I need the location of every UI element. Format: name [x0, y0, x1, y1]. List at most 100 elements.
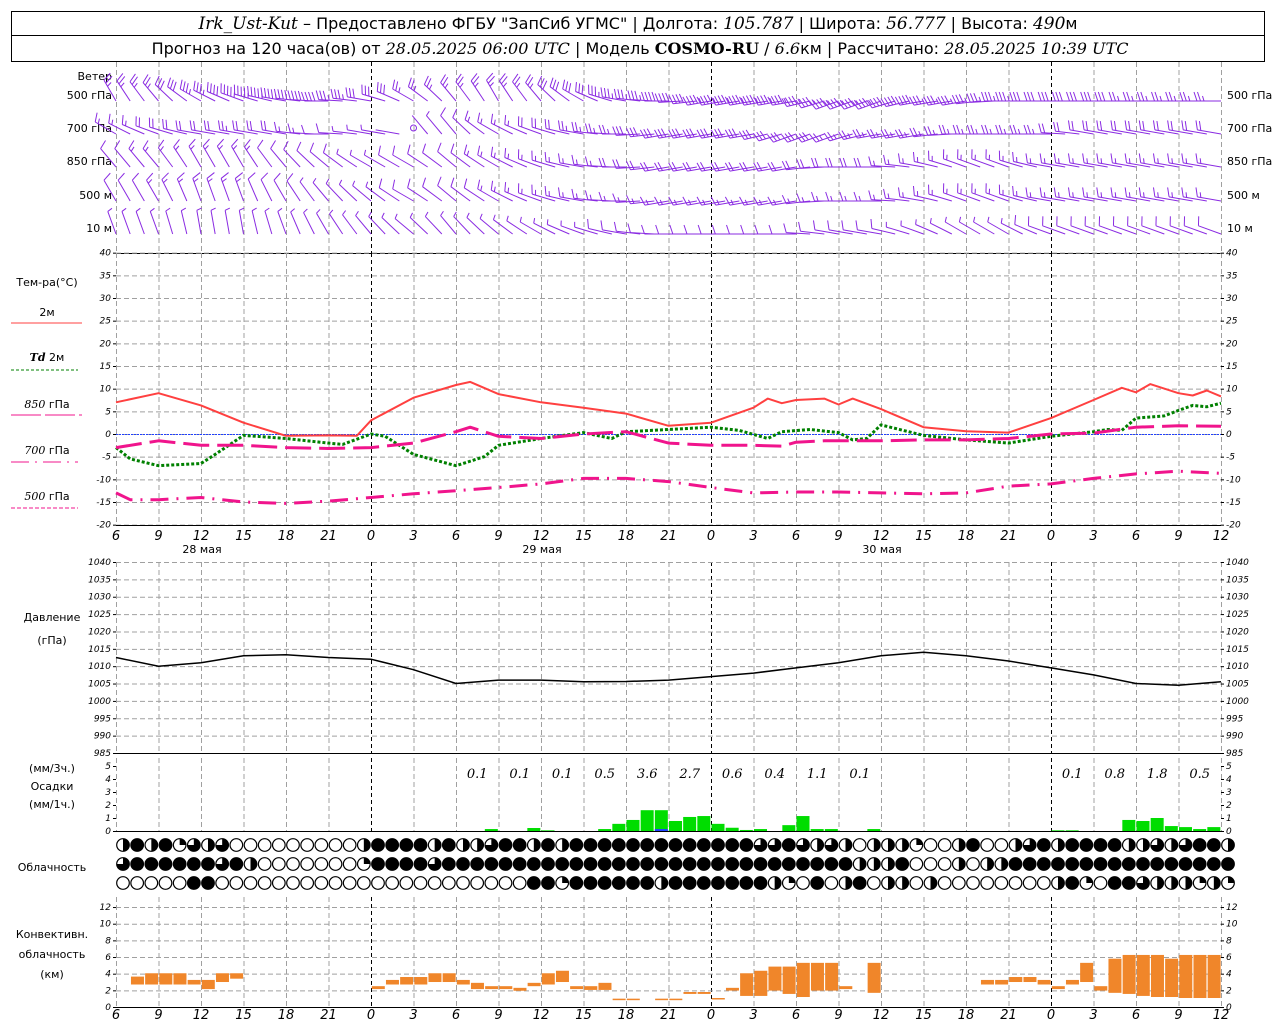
wind-barb — [928, 184, 952, 202]
cloud-cover-icon — [753, 838, 768, 852]
cloud-fill — [859, 857, 866, 871]
wind-barb-feather — [724, 196, 731, 206]
wind-barb-feather — [855, 220, 858, 230]
wind-barb-feather — [942, 124, 946, 135]
wind-barb-feather — [739, 196, 745, 206]
wind-barb — [1124, 120, 1151, 135]
wind-barb-feather — [724, 162, 731, 172]
pressure-ytick-label: 1000 — [1226, 697, 1249, 707]
wind-barb — [1138, 153, 1165, 168]
wind-barb-feather — [756, 161, 763, 171]
header-line-2: Прогноз на 120 часа(ов) от 28.05.2025 06… — [152, 39, 1129, 58]
cloud-cover-icon — [937, 857, 952, 871]
cloud-circle — [994, 838, 1009, 852]
wind-barb-feather — [700, 128, 706, 138]
wind-barb-feather — [1053, 121, 1056, 132]
cloud-circle — [1093, 838, 1108, 852]
wind-barb-feather — [1058, 91, 1063, 102]
pressure-ytick-label: 1030 — [1226, 593, 1249, 603]
wind-barb — [316, 209, 329, 235]
wind-barb-feather — [760, 95, 766, 105]
cloud-cover-icon — [1036, 857, 1051, 871]
cloud-cover-icon — [186, 876, 201, 890]
wind-barb — [1070, 216, 1094, 235]
cloud-circle — [640, 838, 655, 852]
cloud-cover-icon — [781, 838, 796, 852]
cloud-cover-icon — [1206, 857, 1221, 871]
wind-barb-feather — [565, 81, 569, 91]
cloud-cover-icon — [172, 857, 187, 871]
cloud-cover-icon — [116, 838, 130, 852]
wind-barb-feather — [603, 87, 607, 98]
cloud-circle — [668, 857, 683, 871]
wind-barb-staff — [409, 217, 429, 235]
cloud-fill — [958, 838, 966, 852]
cloud-cover-icon — [328, 857, 343, 871]
precip-bar — [598, 829, 612, 831]
cloud-cover-icon — [257, 857, 272, 871]
conv-ytick-label: 6 — [105, 953, 111, 963]
wind-barb-feather — [696, 129, 702, 139]
wind-barb-staff — [1042, 225, 1066, 235]
cloud-title: Облачность — [18, 861, 87, 874]
cloud-fill — [1058, 838, 1065, 852]
wind-barb-staff — [210, 210, 216, 235]
cloud-cover-icon — [356, 857, 371, 871]
temp-ytick-label: 5 — [105, 407, 111, 417]
pressure-ytick-label: 1040 — [1226, 558, 1249, 568]
wind-barb-feather — [319, 90, 323, 100]
wind-barb-half-feather — [961, 128, 964, 135]
wind-barb-feather — [626, 127, 631, 137]
wind-barb — [584, 156, 612, 168]
precip-3h-total-label: 0.6 — [722, 767, 743, 782]
wind-barb-feather — [575, 81, 577, 92]
wind-barb — [1110, 153, 1137, 168]
wind-barb-feather — [602, 124, 606, 135]
wind-barb-feather — [490, 113, 494, 124]
temp-ytick-label: -10 — [1226, 475, 1241, 485]
wind-barb-feather — [696, 196, 702, 206]
wind-barb — [841, 220, 867, 235]
wind-barb — [407, 77, 428, 102]
wind-barb — [811, 191, 839, 202]
wind-barb — [942, 149, 967, 168]
cloud-circle — [413, 838, 428, 852]
cloud-circle — [484, 876, 499, 890]
convective-bar — [1165, 958, 1179, 998]
wind-barb-feather — [376, 81, 379, 92]
cloud-cover-icon — [130, 876, 145, 890]
cloud-fill — [151, 838, 158, 852]
wind-barb-feather — [703, 95, 709, 105]
wind-barb-feather — [1023, 124, 1028, 135]
wind-barb-feather — [348, 87, 352, 98]
wind-barb — [117, 172, 131, 202]
cloud-cover-icon — [895, 838, 910, 852]
cloud-circle — [498, 857, 513, 871]
wind-barb-staff — [1000, 222, 1023, 235]
cloud-cover-icon — [668, 876, 683, 890]
wind-barb-staff — [971, 192, 995, 202]
cloud-cover-icon — [1150, 876, 1165, 890]
cloud-circle — [144, 857, 159, 871]
wind-barb-staff — [202, 145, 216, 168]
cloud-circle — [286, 857, 300, 871]
wind-barb — [312, 177, 329, 202]
wind-barb-feather — [504, 147, 507, 158]
temp-ytick-label: 10 — [1226, 385, 1238, 395]
cloud-cover-icon — [328, 876, 343, 890]
cloud-fill — [562, 876, 569, 883]
wind-barb — [116, 73, 131, 102]
wind-barb-half-feather — [338, 179, 343, 185]
cloud-fill — [902, 876, 909, 890]
wind-barb — [352, 180, 372, 202]
wind-barb — [217, 120, 244, 135]
wind-barb-half-feather — [575, 159, 578, 165]
wind-barb-feather — [909, 96, 915, 106]
wind-barb-staff — [512, 81, 528, 102]
cloud-cover-icon — [399, 838, 414, 852]
temp-ytick-label: 0 — [105, 430, 111, 440]
cloud-cover-icon — [1079, 876, 1094, 890]
cloud-cover-icon — [385, 838, 400, 852]
time-tick-label: 18 — [278, 529, 295, 544]
cloud-cover-icon — [980, 876, 995, 890]
